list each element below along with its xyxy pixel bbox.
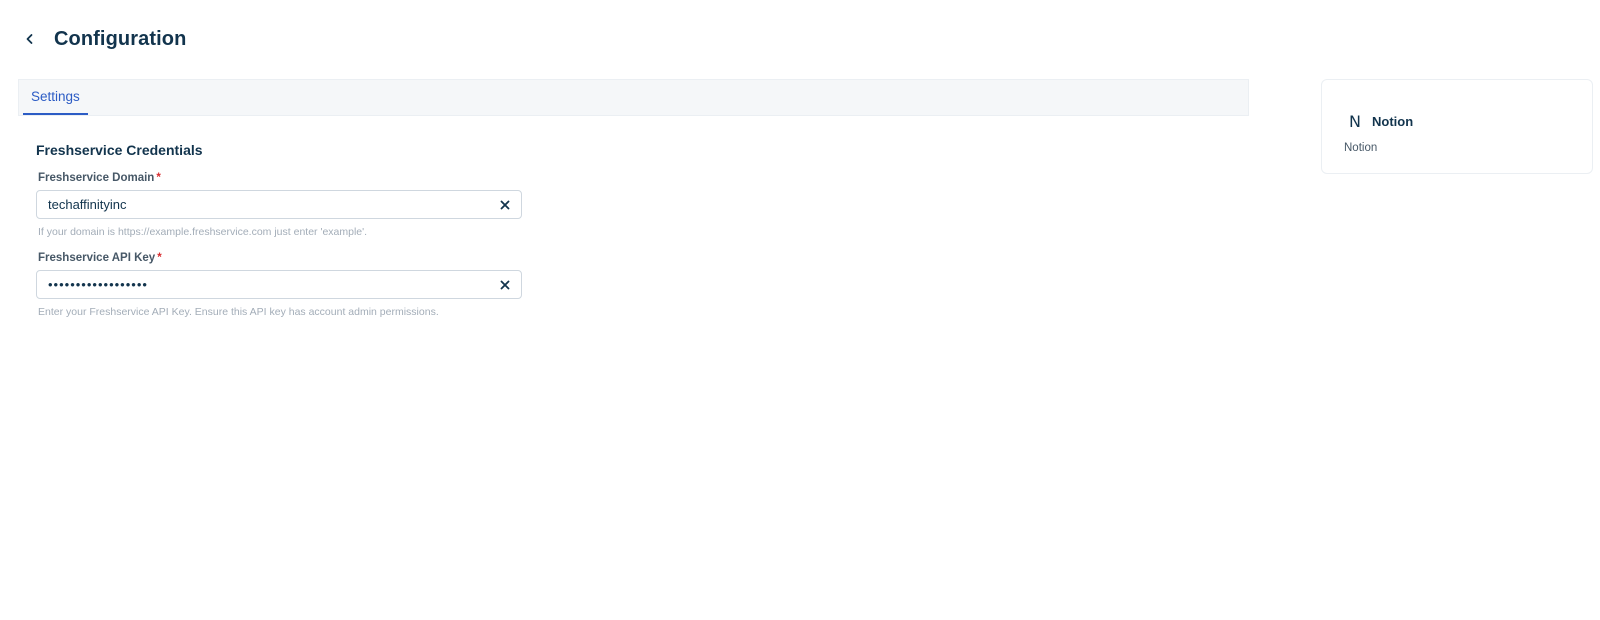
section-title: Freshservice Credentials (36, 142, 203, 158)
close-icon (500, 200, 510, 210)
api-key-label-text: Freshservice API Key (38, 252, 156, 264)
tab-settings[interactable]: Settings (23, 79, 88, 115)
api-key-field-label: Freshservice API Key * (38, 252, 522, 264)
domain-field: Freshservice Domain* If your domain is h… (36, 172, 522, 238)
domain-hint: If your domain is https://example.freshs… (38, 226, 368, 238)
close-icon (500, 280, 510, 290)
card-header: N Notion (1344, 110, 1570, 132)
domain-field-label: Freshservice Domain * (38, 172, 522, 184)
page-header: Configuration (18, 24, 186, 54)
chevron-left-icon (26, 34, 33, 44)
card-title: Notion (1372, 113, 1414, 129)
domain-label-text: Freshservice Domain (38, 172, 155, 184)
domain-input[interactable] (37, 191, 521, 218)
main-content: Settings Freshservice Credentials Freshs… (18, 79, 1249, 332)
page-title: Configuration (54, 27, 187, 50)
required-mark: * (156, 172, 161, 184)
clear-domain-button[interactable] (495, 195, 515, 215)
configuration-page: Configuration Settings Freshservice Cred… (0, 0, 1600, 620)
card-subtitle: Notion (1344, 142, 1378, 154)
api-key-input-wrapper (36, 270, 522, 299)
notion-logo-icon: N (1349, 111, 1361, 131)
back-button[interactable] (18, 27, 42, 51)
tab-bar: Settings (18, 79, 1249, 116)
clear-api-key-button[interactable] (495, 275, 515, 295)
app-info-card: N Notion Notion (1321, 79, 1593, 174)
credentials-form: Freshservice Credentials Freshservice Do… (18, 116, 1249, 318)
required-mark: * (157, 252, 162, 264)
api-key-hint: Enter your Freshservice API Key. Ensure … (38, 306, 439, 318)
api-key-field: Freshservice API Key* Enter your Freshse… (36, 252, 522, 318)
api-key-input[interactable] (37, 271, 521, 298)
domain-input-wrapper (36, 190, 522, 219)
